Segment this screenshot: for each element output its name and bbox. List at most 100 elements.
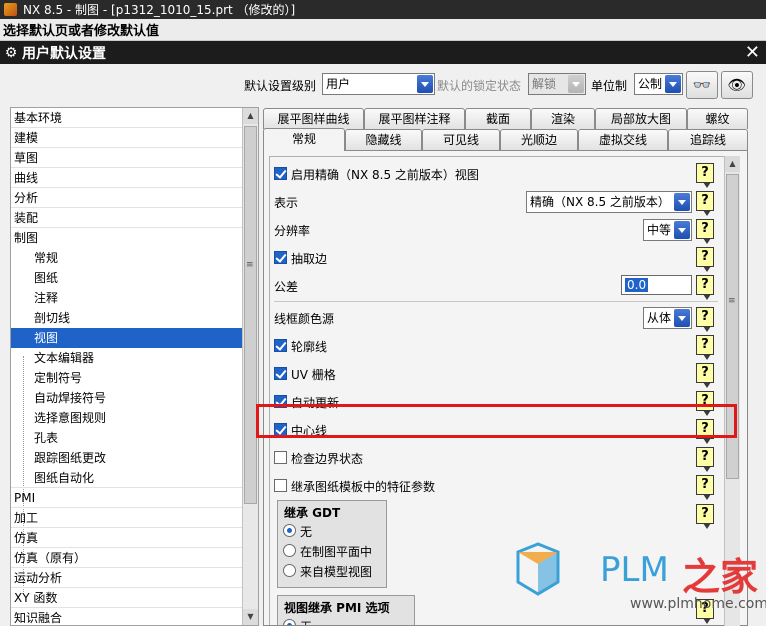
wire-color-select[interactable]: 从体 xyxy=(643,307,692,329)
chevron-down-icon[interactable] xyxy=(674,193,690,211)
radio-button[interactable] xyxy=(283,544,296,557)
radio-button[interactable] xyxy=(283,524,296,537)
status-prompt: 选择默认页或者修改默认值 xyxy=(0,19,766,41)
scroll-up-icon[interactable]: ▲ xyxy=(725,156,740,172)
row-inherit-feature: 继承图纸模板中的特征参数 ? xyxy=(270,472,724,500)
uv-hatch-checkbox[interactable] xyxy=(274,367,287,380)
tab-section[interactable]: 截面 xyxy=(465,108,531,129)
tree-item-simulation-legacy[interactable]: 仿真（原有） xyxy=(11,548,242,568)
tab-thread[interactable]: 螺纹 xyxy=(687,108,748,129)
chevron-down-icon[interactable] xyxy=(674,309,690,327)
row-silhouettes: 轮廓线 ? xyxy=(270,332,724,360)
watermark-cn: 之家 xyxy=(682,555,759,599)
tree-item-section-line[interactable]: 剖切线 xyxy=(11,308,242,328)
scroll-up-icon[interactable]: ▲ xyxy=(243,108,258,124)
unit-select[interactable]: 公制 xyxy=(634,73,683,95)
scroll-down-icon[interactable]: ▼ xyxy=(243,609,258,625)
silhouettes-checkbox[interactable] xyxy=(274,339,287,352)
row-extract-edges: 抽取边 ? xyxy=(270,244,724,272)
chevron-down-icon[interactable] xyxy=(665,75,681,93)
tab-hidden-lines[interactable]: 隐藏线 xyxy=(345,129,422,150)
row-resolution: 分辨率 中等 ? xyxy=(270,216,724,244)
tree-item-knowledge-fusion[interactable]: 知识融合 xyxy=(11,608,242,625)
gdt-option-label: 来自模型视图 xyxy=(300,565,373,579)
help-icon[interactable]: ? xyxy=(696,191,714,216)
enable-precise-checkbox[interactable] xyxy=(274,167,287,180)
close-icon[interactable]: ✕ xyxy=(745,42,760,63)
level-label: 默认设置级别 xyxy=(244,79,317,93)
pmi-group-title: 视图继承 PMI 选项 xyxy=(284,601,390,615)
help-icon[interactable]: ? xyxy=(696,335,714,360)
tree-item-drawing[interactable]: 图纸 xyxy=(11,268,242,288)
help-icon[interactable]: ? xyxy=(696,504,714,529)
resolution-select[interactable]: 中等 xyxy=(643,219,692,241)
silhouettes-label: 轮廓线 xyxy=(291,340,328,354)
wire-color-value: 从体 xyxy=(647,311,672,325)
tree-item-curve[interactable]: 曲线 xyxy=(11,168,242,188)
extract-edges-checkbox[interactable] xyxy=(274,251,287,264)
tree-item-drafting[interactable]: 制图 xyxy=(11,228,242,248)
lock-select: 解锁 xyxy=(528,73,586,95)
gear-icon[interactable]: ⚙ xyxy=(0,41,22,64)
tree-item-sketch[interactable]: 草图 xyxy=(11,148,242,168)
representation-select[interactable]: 精确（NX 8.5 之前版本） xyxy=(526,191,692,213)
check-boundary-checkbox[interactable] xyxy=(274,451,287,464)
find-default-button[interactable]: 👓 xyxy=(686,71,718,99)
tree-item-selection-intent[interactable]: 选择意图规则 xyxy=(11,408,242,428)
radio-button[interactable] xyxy=(283,564,296,577)
tree-item-text-editor[interactable]: 文本编辑器 xyxy=(11,348,242,368)
tolerance-input[interactable]: 0.0 xyxy=(621,275,692,295)
tab-flat-pattern-annotation[interactable]: 展平图样注释 xyxy=(364,108,465,129)
help-icon[interactable]: ? xyxy=(696,363,714,388)
tree-item-basic[interactable]: 基本环境 xyxy=(11,108,242,128)
inherit-feature-checkbox[interactable] xyxy=(274,479,287,492)
tab-general[interactable]: 常规 xyxy=(263,128,345,151)
tree-item-hole-table[interactable]: 孔表 xyxy=(11,428,242,448)
dialog-titlebar: ⚙ 用户默认设置 ✕ xyxy=(0,41,766,64)
tree-scroll-thumb[interactable] xyxy=(244,126,257,504)
help-icon[interactable]: ? xyxy=(696,475,714,500)
tab-smooth-edges[interactable]: 光顺边 xyxy=(500,129,578,150)
lock-value: 解锁 xyxy=(532,77,557,91)
tree-item-motion[interactable]: 运动分析 xyxy=(11,568,242,588)
chevron-down-icon[interactable] xyxy=(417,75,433,93)
centerline-highlight-box xyxy=(256,404,737,438)
tree-item-assembly[interactable]: 装配 xyxy=(11,208,242,228)
help-icon[interactable]: ? xyxy=(696,307,714,332)
tab-visible-lines[interactable]: 可见线 xyxy=(422,129,500,150)
category-tree[interactable]: 基本环境 建模 草图 曲线 分析 装配 制图 常规 图纸 注释 剖切线 视图 文… xyxy=(10,107,259,626)
tree-item-manufacturing[interactable]: 加工 xyxy=(11,508,242,528)
help-icon[interactable]: ? xyxy=(696,219,714,244)
tree-item-xy-function[interactable]: XY 函数 xyxy=(11,588,242,608)
tree-item-custom-symbol[interactable]: 定制符号 xyxy=(11,368,242,388)
chevron-down-icon xyxy=(568,75,584,93)
help-icon[interactable]: ? xyxy=(696,247,714,272)
tree-scrollbar[interactable]: ▲ ≡ ▼ xyxy=(242,108,258,625)
tree-item-weld-symbol[interactable]: 自动焊接符号 xyxy=(11,388,242,408)
tab-flat-pattern-curve[interactable]: 展平图样曲线 xyxy=(263,108,364,129)
help-icon[interactable]: ? xyxy=(696,163,714,188)
tab-detail-view[interactable]: 局部放大图 xyxy=(595,108,687,129)
tree-item-modeling[interactable]: 建模 xyxy=(11,128,242,148)
help-icon[interactable]: ? xyxy=(696,447,714,472)
tree-item-track-changes[interactable]: 跟踪图纸更改 xyxy=(11,448,242,468)
tree-item-analysis[interactable]: 分析 xyxy=(11,188,242,208)
tree-item-annotation[interactable]: 注释 xyxy=(11,288,242,308)
gdt-option-label: 无 xyxy=(300,525,313,539)
tree-item-view[interactable]: 视图 xyxy=(11,328,242,348)
help-icon[interactable]: ? xyxy=(696,275,714,300)
tree-item-simulation[interactable]: 仿真 xyxy=(11,528,242,548)
wire-color-label: 线框颜色源 xyxy=(274,312,335,326)
tree-item-drawing-automation[interactable]: 图纸自动化 xyxy=(11,468,242,488)
unit-label: 单位制 xyxy=(591,79,628,93)
dialog-title: 用户默认设置 xyxy=(22,45,106,62)
level-select[interactable]: 用户 xyxy=(322,73,435,95)
tree-item-general[interactable]: 常规 xyxy=(11,248,242,268)
tree-item-pmi[interactable]: PMI xyxy=(11,488,242,508)
tab-trace-lines[interactable]: 追踪线 xyxy=(668,129,748,150)
tab-render[interactable]: 渲染 xyxy=(531,108,595,129)
tab-virtual-intersections[interactable]: 虚拟交线 xyxy=(578,129,668,150)
manage-defaults-button[interactable]: 👁 xyxy=(721,71,753,99)
chevron-down-icon[interactable] xyxy=(674,221,690,239)
radio-button[interactable] xyxy=(283,619,296,625)
